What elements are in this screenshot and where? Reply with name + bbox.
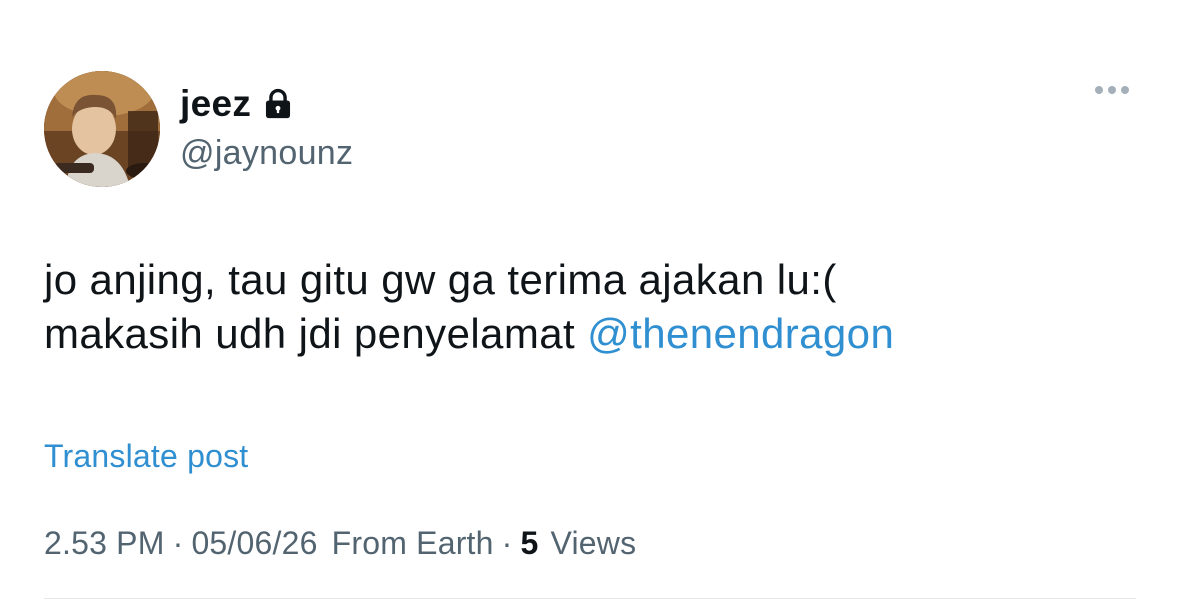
tweet: jeez @jaynounz jo anjing, tau gitu gw ga…: [0, 0, 1180, 601]
lock-icon: [261, 87, 295, 121]
tweet-text-line-1: jo anjing, tau gitu gw ga terima ajakan …: [44, 256, 837, 303]
meta-separator: ·: [501, 525, 513, 561]
tweet-metadata: 2.53 PM · 05/06/26 From Earth · 5 Views: [44, 525, 636, 562]
mention-link[interactable]: @thenendragon: [587, 310, 894, 357]
post-time[interactable]: 2.53 PM: [44, 525, 165, 562]
display-name[interactable]: jeez: [180, 83, 251, 125]
author-handle[interactable]: @jaynounz: [180, 134, 353, 173]
post-date[interactable]: 05/06/26: [191, 525, 317, 562]
avatar-photo: [44, 71, 160, 187]
translate-post-link[interactable]: Translate post: [44, 438, 248, 475]
author-name-row: jeez: [180, 82, 295, 126]
tweet-text-line-2: makasih udh jdi penyelamat @thenendragon: [44, 307, 1134, 361]
views-count: 5: [520, 525, 539, 561]
more-options-dot: [1121, 86, 1129, 94]
more-options-dot: [1108, 86, 1116, 94]
more-options-button[interactable]: [1088, 76, 1136, 104]
tweet-text: jo anjing, tau gitu gw ga terima ajakan …: [44, 253, 1134, 361]
post-source: From Earth: [331, 525, 494, 561]
divider: [44, 598, 1136, 599]
more-options-icon: [1095, 86, 1103, 94]
tweet-text-line-2-body: makasih udh jdi penyelamat: [44, 310, 576, 357]
avatar[interactable]: [44, 71, 160, 187]
views-label: Views: [550, 525, 637, 561]
meta-separator: ·: [172, 525, 184, 561]
